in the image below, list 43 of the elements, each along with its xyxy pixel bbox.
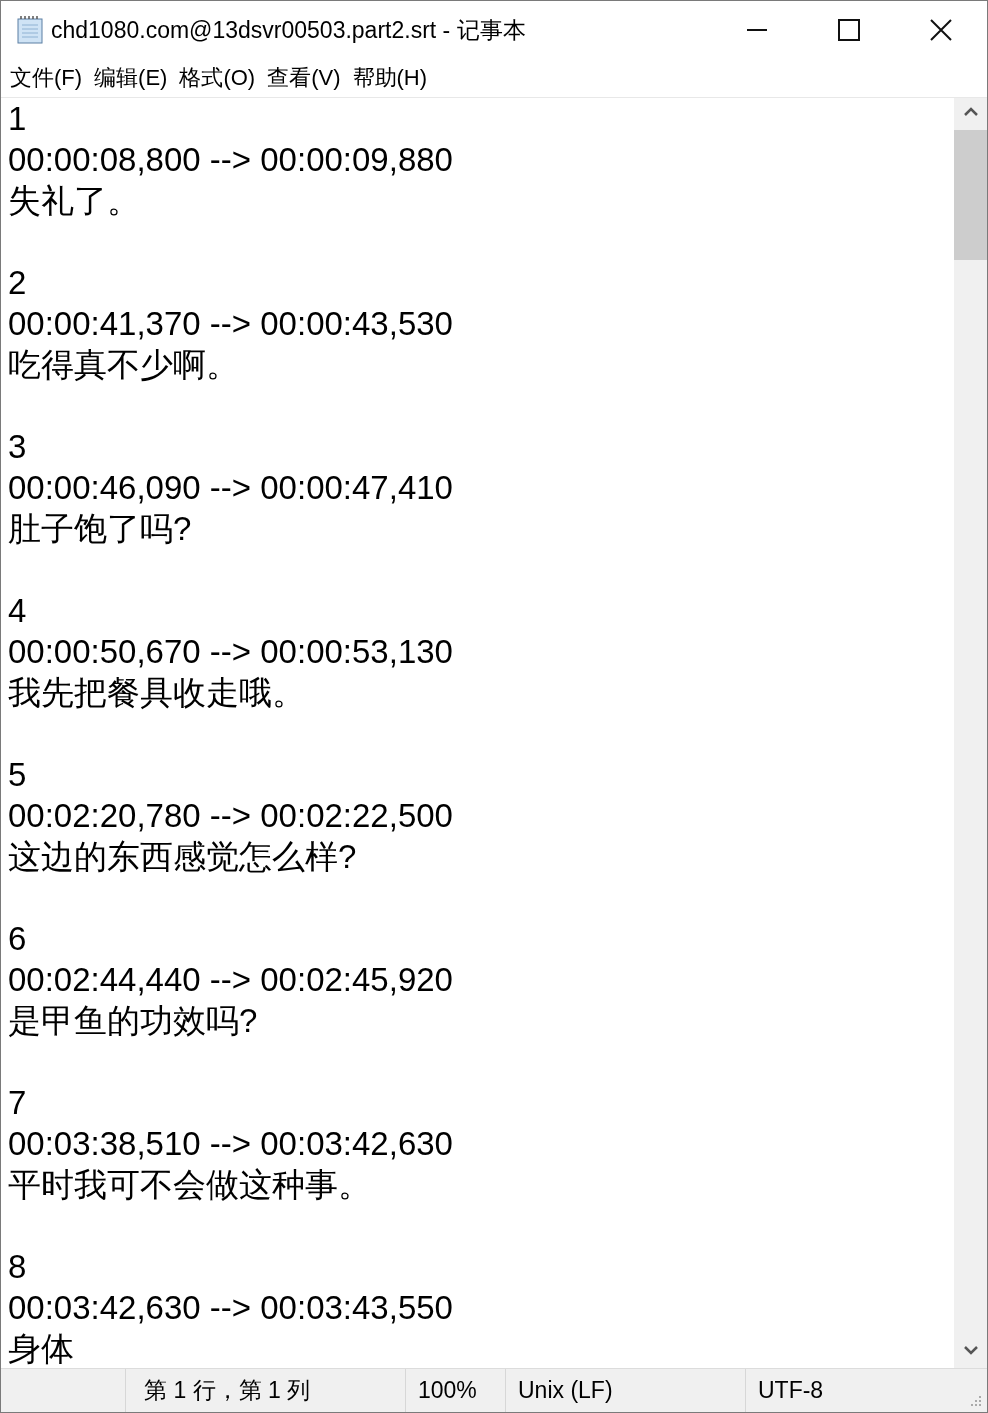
line-ending: Unix (LF) [518, 1377, 613, 1404]
subtitle-index: 5 [8, 755, 28, 795]
notepad-icon [15, 15, 45, 45]
subtitle-index: 7 [8, 1083, 28, 1123]
window-title: chd1080.com@13dsvr00503.part2.srt - 记事本 [51, 15, 526, 45]
subtitle-timestamp: 00:03:42,630 --> 00:03:43,550 [8, 1288, 454, 1328]
subtitle-timestamp: 00:00:08,800 --> 00:00:09,880 [8, 140, 454, 180]
menu-item[interactable]: 帮助(H) [347, 63, 433, 93]
menu-item[interactable]: 查看(V) [262, 63, 346, 93]
subtitle-text: 我先把餐具收走哦。 [8, 673, 306, 713]
subtitle-index: 6 [8, 919, 28, 959]
subtitle-timestamp: 00:00:50,670 --> 00:00:53,130 [8, 632, 454, 672]
resize-grip-icon[interactable] [969, 1394, 983, 1408]
subtitle-timestamp: 00:02:20,780 --> 00:02:22,500 [8, 796, 454, 836]
subtitle-index: 4 [8, 591, 28, 631]
subtitle-text: 这边的东西感觉怎么样? [8, 837, 358, 877]
subtitle-timestamp: 00:02:44,440 --> 00:02:45,920 [8, 960, 454, 1000]
scroll-down-icon[interactable] [963, 1345, 978, 1355]
subtitle-text: 吃得真不少啊。 [8, 345, 240, 385]
subtitle-text: 身体 [8, 1329, 75, 1368]
scrollbar[interactable] [954, 98, 987, 1368]
close-icon [930, 19, 952, 41]
maximize-icon [838, 19, 860, 41]
menu-item[interactable]: 格式(O) [174, 63, 261, 93]
encoding: UTF-8 [758, 1377, 824, 1404]
subtitle-timestamp: 00:03:38,510 --> 00:03:42,630 [8, 1124, 454, 1164]
minimize-icon [746, 29, 768, 31]
subtitle-index: 3 [8, 427, 28, 467]
subtitle-text: 平时我可不会做这种事。 [8, 1165, 372, 1205]
subtitle-text: 是甲鱼的功效吗? [8, 1001, 259, 1041]
cursor-position: 第 1 行，第 1 列 [144, 1376, 311, 1405]
zoom-level: 100% [418, 1377, 477, 1404]
subtitle-timestamp: 00:00:41,370 --> 00:00:43,530 [8, 304, 454, 344]
menu-item[interactable]: 编辑(E) [89, 63, 173, 93]
subtitle-index: 1 [8, 99, 28, 139]
scrollbar-thumb[interactable] [954, 130, 987, 260]
subtitle-timestamp: 00:00:46,090 --> 00:00:47,410 [8, 468, 454, 508]
subtitle-text: 肚子饱了吗? [8, 509, 193, 549]
subtitle-index: 2 [8, 263, 28, 303]
menu-item[interactable]: 文件(F) [5, 63, 88, 93]
subtitle-text: 失礼了。 [8, 181, 141, 221]
scroll-up-icon[interactable] [963, 107, 978, 117]
subtitle-index: 8 [8, 1247, 28, 1287]
